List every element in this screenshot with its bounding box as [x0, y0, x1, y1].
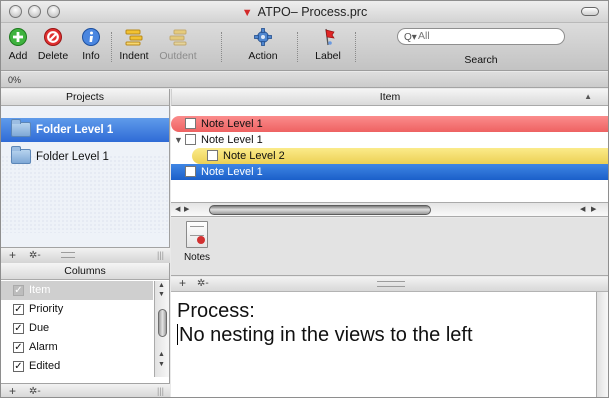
folder-icon [11, 119, 31, 137]
delete-button[interactable]: Delete [34, 27, 72, 67]
scroll-left-arrow-icon[interactable]: ◀ [175, 205, 180, 213]
notes-icon [186, 221, 208, 248]
column-item-edited[interactable]: ✓ Edited [1, 357, 153, 376]
column-item-alarm[interactable]: ✓ Alarm [1, 338, 153, 357]
project-action-menu[interactable]: ✲- [29, 248, 41, 263]
app-window: ▼ ATPO– Process.prc Add Delete Info Inde… [0, 0, 609, 398]
outline-horizontal-scrollbar[interactable]: ◀ ▶ ◀ ▶ [171, 202, 608, 217]
info-icon [81, 27, 101, 47]
disclosure-triangle-icon[interactable]: ▼ [174, 132, 183, 148]
column-checkbox-alarm[interactable]: ✓ [13, 342, 24, 353]
text-caret [177, 324, 178, 345]
column-checkbox-due[interactable]: ✓ [13, 323, 24, 334]
no-entry-icon [43, 27, 63, 47]
outline-row-child[interactable]: Note Level 2 [192, 148, 608, 164]
toolbar: Add Delete Info Indent Outdent Action La… [1, 23, 608, 71]
notes-toolbar: + ✲- [171, 276, 608, 292]
document-icon: ▼ [241, 7, 253, 19]
resize-grip[interactable] [61, 252, 75, 258]
projects-footer: + ✲- ||| [1, 247, 170, 263]
notes-vertical-scrollbar[interactable] [596, 292, 608, 397]
add-project-button[interactable]: + [9, 248, 16, 263]
project-item-label: Folder Level 1 [36, 151, 109, 163]
column-action-menu[interactable]: ✲- [29, 384, 41, 397]
projects-pane: Projects Folder Level 1 Folder Level 1 [1, 89, 170, 247]
outline-row[interactable]: Note Level 1 [171, 116, 608, 132]
info-button[interactable]: Info [77, 27, 105, 67]
scroll-up-arrow-icon[interactable]: ▲ [158, 282, 165, 289]
column-item-priority[interactable]: ✓ Priority [1, 300, 153, 319]
flag-icon [318, 27, 338, 47]
resize-handle-icon[interactable]: ||| [157, 384, 164, 397]
outline-row-selected[interactable]: Note Level 1 [171, 164, 608, 180]
outdent-button[interactable]: Outdent [155, 27, 201, 67]
column-checkbox-edited[interactable]: ✓ [13, 361, 24, 372]
row-checkbox[interactable] [185, 134, 196, 145]
scroll-down-arrow-icon[interactable]: ▼ [158, 361, 165, 368]
resize-handle-icon[interactable]: ||| [157, 248, 164, 263]
item-column-header[interactable]: Item ▲ [171, 89, 608, 106]
add-button[interactable]: Add [5, 27, 31, 67]
note-text-line: Process: [177, 300, 255, 322]
notes-editor[interactable]: Process: No nesting in the views to the … [171, 292, 596, 397]
toolbar-toggle-button[interactable] [581, 7, 599, 16]
scroll-thumb[interactable] [158, 309, 167, 337]
toolbar-separator [111, 32, 112, 62]
scroll-down-arrow-icon[interactable]: ▼ [158, 291, 165, 298]
column-checkbox-priority[interactable]: ✓ [13, 304, 24, 315]
project-item-folder-level-1-second[interactable]: Folder Level 1 [1, 145, 169, 169]
label-button[interactable]: Label [312, 27, 344, 67]
note-action-menu[interactable]: ✲- [197, 278, 209, 289]
outdent-icon [168, 27, 188, 47]
row-checkbox[interactable] [207, 150, 218, 161]
gear-icon [253, 27, 273, 47]
outline-pane: Item ▲ Note Level 1 ▼ Note Level 1 Note … [171, 89, 608, 202]
column-item-due[interactable]: ✓ Due [1, 319, 153, 338]
add-column-button[interactable]: + [9, 384, 16, 397]
progress-bar: 0% [1, 72, 608, 88]
resize-grip[interactable] [377, 281, 405, 287]
toolbar-separator [355, 32, 356, 62]
add-note-button[interactable]: + [179, 276, 186, 290]
row-checkbox[interactable] [185, 118, 196, 129]
toolbar-separator [221, 32, 222, 62]
indent-button[interactable]: Indent [115, 27, 153, 67]
search-input[interactable]: Q▾ All [397, 28, 565, 45]
progress-text: 0% [8, 75, 22, 85]
action-button[interactable]: Action [243, 27, 283, 67]
projects-header[interactable]: Projects [1, 89, 169, 106]
columns-pane: Columns ✓ Item ✓ Priority ✓ Due ✓ Alarm … [1, 263, 170, 397]
columns-header[interactable]: Columns [1, 263, 169, 280]
scroll-right-arrow-icon[interactable]: ▶ [591, 205, 596, 213]
outline-row[interactable]: ▼ Note Level 1 [171, 132, 608, 148]
search-label: Search [464, 54, 498, 66]
search-icon: Q▾ [404, 32, 417, 43]
sort-ascending-icon: ▲ [584, 92, 592, 101]
row-checkbox[interactable] [185, 166, 196, 177]
project-item-folder-level-1[interactable]: Folder Level 1 [1, 118, 169, 142]
project-item-label: Folder Level 1 [36, 124, 114, 136]
scroll-thumb[interactable] [209, 205, 431, 215]
columns-scrollbar[interactable]: ▲ ▼ ▲ ▼ [154, 281, 169, 377]
title-bar: ▼ ATPO– Process.prc [1, 1, 608, 23]
scroll-left-arrow-icon[interactable]: ◀ [580, 205, 585, 213]
window-title: ▼ ATPO– Process.prc [241, 5, 368, 19]
folder-icon [11, 146, 31, 164]
notes-tab-bar: Notes [171, 218, 608, 276]
notes-tab[interactable]: Notes [179, 221, 215, 263]
plus-circle-icon [8, 27, 28, 47]
toolbar-separator [297, 32, 298, 62]
scroll-up-arrow-icon[interactable]: ▲ [158, 351, 165, 358]
columns-footer: + ✲- ||| [1, 383, 170, 397]
scroll-right-arrow-icon[interactable]: ▶ [184, 205, 189, 213]
column-item-item[interactable]: ✓ Item [1, 281, 153, 300]
column-checkbox-item[interactable]: ✓ [13, 285, 24, 296]
indent-icon [124, 27, 144, 47]
note-text-line: No nesting in the views to the left [179, 324, 473, 346]
